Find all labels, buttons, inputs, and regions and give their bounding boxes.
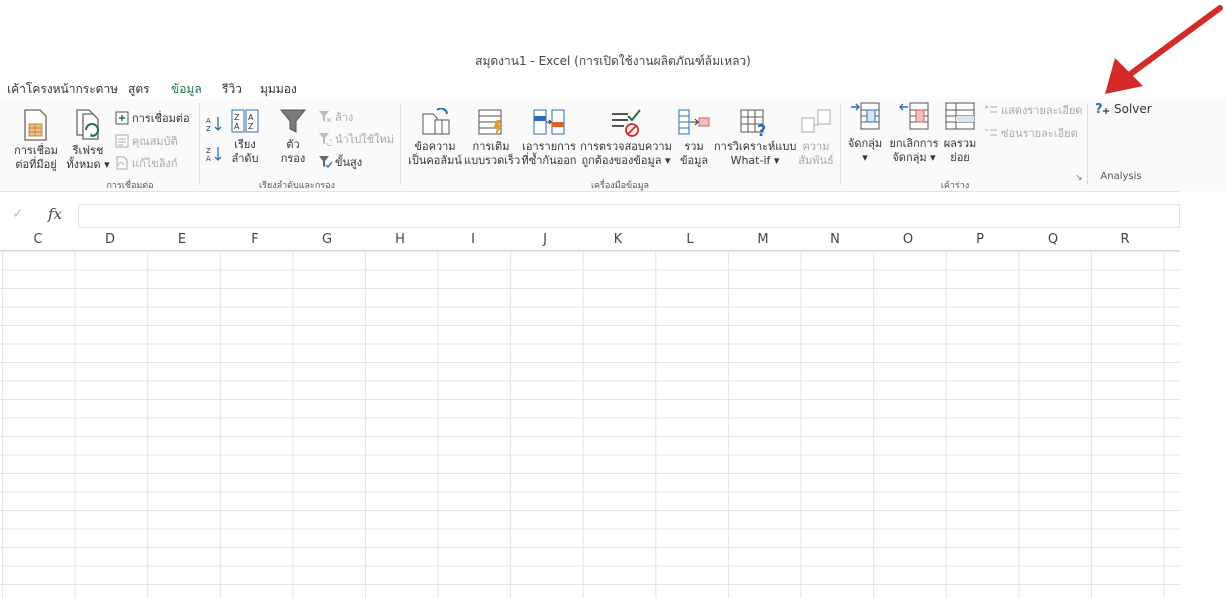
column-header[interactable]: D: [74, 232, 146, 247]
properties-button[interactable]: คุณสมบัติ: [115, 132, 178, 150]
column-header[interactable]: Q: [1017, 232, 1089, 247]
column-header[interactable]: H: [364, 232, 436, 247]
svg-text:A: A: [206, 117, 211, 125]
hide-detail-button[interactable]: ซ่อนรายละเอียด: [984, 124, 1078, 142]
consolidate-button[interactable]: รวม ข้อมูล: [676, 108, 712, 168]
worksheet-grid[interactable]: [0, 251, 1180, 598]
column-header[interactable]: J: [509, 232, 581, 247]
show-detail-button[interactable]: แสดงรายละเอียด: [984, 101, 1082, 119]
dialog-launcher-icon[interactable]: ↘: [1075, 173, 1083, 183]
subtotal-button[interactable]: ผลรวม ย่อย: [942, 101, 978, 165]
svg-text:Z: Z: [206, 125, 211, 133]
relationships-button[interactable]: ความ สัมพันธ์: [798, 108, 834, 168]
remove-duplicates-icon: [533, 109, 565, 135]
data-validation-button[interactable]: การตรวจสอบความ ถูกต้องของข้อมูล ▾: [580, 108, 672, 168]
subtotal-icon: [945, 102, 975, 130]
fx-icon[interactable]: fx: [48, 205, 62, 223]
check-icon[interactable]: ✓: [12, 206, 24, 222]
edit-links-icon: [116, 156, 128, 170]
svg-text:?: ?: [757, 121, 766, 138]
column-header[interactable]: C: [2, 232, 74, 247]
sort-button[interactable]: Z A A Z เรียง ลำดับ: [226, 108, 264, 166]
hide-detail-icon: [985, 129, 997, 136]
group-label-analysis: Analysis: [1100, 171, 1142, 182]
sort-z-a-button[interactable]: ZA: [206, 145, 222, 163]
properties-icon: [115, 134, 129, 148]
ribbon-separator: [1087, 103, 1088, 185]
edit-links-button[interactable]: แก้ไขลิงก์: [115, 154, 178, 172]
relationships-icon: [801, 109, 831, 133]
column-header[interactable]: K: [582, 232, 654, 247]
sort-icon: Z A A Z: [231, 109, 259, 133]
group-label-outline: เค้าร่าง: [940, 181, 970, 191]
sort-za-icon: ZA: [206, 147, 222, 163]
advanced-filter-button[interactable]: ขั้นสูง: [318, 153, 362, 171]
column-header[interactable]: R: [1089, 232, 1161, 247]
column-headers: C D E F G H I J K L M N O P Q R: [0, 228, 1180, 251]
ribbon-separator: [400, 103, 401, 185]
column-header[interactable]: F: [219, 232, 291, 247]
column-header[interactable]: I: [437, 232, 509, 247]
column-header[interactable]: P: [944, 232, 1016, 247]
flash-fill-icon: [478, 109, 503, 136]
clear-filter-icon: [319, 111, 332, 123]
ungroup-button[interactable]: ยกเลิกการ จัดกลุ่ม ▾: [885, 101, 943, 165]
data-validation-icon: [612, 109, 641, 137]
sort-az-icon: AZ: [206, 117, 222, 133]
svg-text:A: A: [248, 113, 254, 122]
column-header[interactable]: E: [146, 232, 218, 247]
flash-fill-button[interactable]: การเติม แบบรวดเร็ว: [464, 108, 520, 168]
svg-text:A: A: [206, 155, 211, 163]
table-document-icon: [24, 109, 47, 141]
column-header[interactable]: M: [727, 232, 799, 247]
svg-text:A: A: [234, 122, 240, 131]
refresh-icon: [76, 109, 99, 140]
svg-text:Z: Z: [206, 147, 211, 155]
formula-input[interactable]: [78, 204, 1180, 228]
consolidate-icon: [678, 109, 710, 135]
filter-button[interactable]: ตัว กรอง: [276, 108, 310, 166]
text-to-columns-button[interactable]: ข้อความ เป็นคอลัมน์: [408, 108, 462, 168]
group-button[interactable]: จัดกลุ่ม ▾: [845, 101, 885, 165]
advanced-filter-icon: [319, 156, 332, 169]
connections-button[interactable]: การเชื่อมต่อ: [115, 109, 190, 127]
svg-text:Z: Z: [248, 122, 254, 131]
connections-icon: [115, 111, 129, 125]
group-label-sort-filter: เรียงลำดับและกรอง: [259, 181, 335, 191]
formula-buttons: ✓ fx: [4, 204, 74, 226]
column-header[interactable]: G: [291, 232, 363, 247]
svg-text:Z: Z: [234, 113, 240, 122]
ribbon-separator: [840, 103, 841, 185]
reapply-button[interactable]: นำไปใช้ใหม่: [318, 130, 394, 148]
group-label-data-tools: เครื่องมือข้อมูล: [590, 181, 650, 191]
remove-duplicates-button[interactable]: เอารายการ ที่ซ้ำกันออก: [520, 108, 578, 168]
refresh-all-button[interactable]: รีเฟรช ทั้งหมด ▾: [66, 108, 110, 172]
group-icon: [851, 102, 880, 130]
formula-bar: ✓ fx: [0, 203, 1180, 228]
ribbon-divider: [0, 191, 1180, 192]
clear-filter-button[interactable]: ล้าง: [318, 108, 353, 126]
existing-connections-button[interactable]: การเชื่อม ต่อที่มีอยู่: [10, 108, 62, 172]
ungroup-icon: [899, 102, 929, 130]
window-title: สมุดงาน1 - Excel (การเปิดใช้งานผลิตภัณฑ์…: [475, 54, 751, 68]
column-header[interactable]: N: [799, 232, 871, 247]
what-if-icon: ?: [740, 109, 766, 138]
reapply-icon: [319, 133, 332, 146]
sort-a-z-button[interactable]: AZ: [206, 115, 222, 133]
show-detail-icon: [985, 105, 997, 113]
column-header[interactable]: L: [654, 232, 726, 247]
text-to-columns-icon: [422, 108, 450, 135]
ribbon-separator: [199, 103, 200, 185]
arrow-pointer-icon: [1105, 5, 1223, 94]
what-if-analysis-button[interactable]: ? การวิเคราะห์แบบ What-if ▾: [714, 108, 796, 168]
group-label-connections: การเชื่อมต่อ: [106, 181, 154, 191]
column-header[interactable]: O: [872, 232, 944, 247]
filter-icon: [279, 109, 307, 133]
